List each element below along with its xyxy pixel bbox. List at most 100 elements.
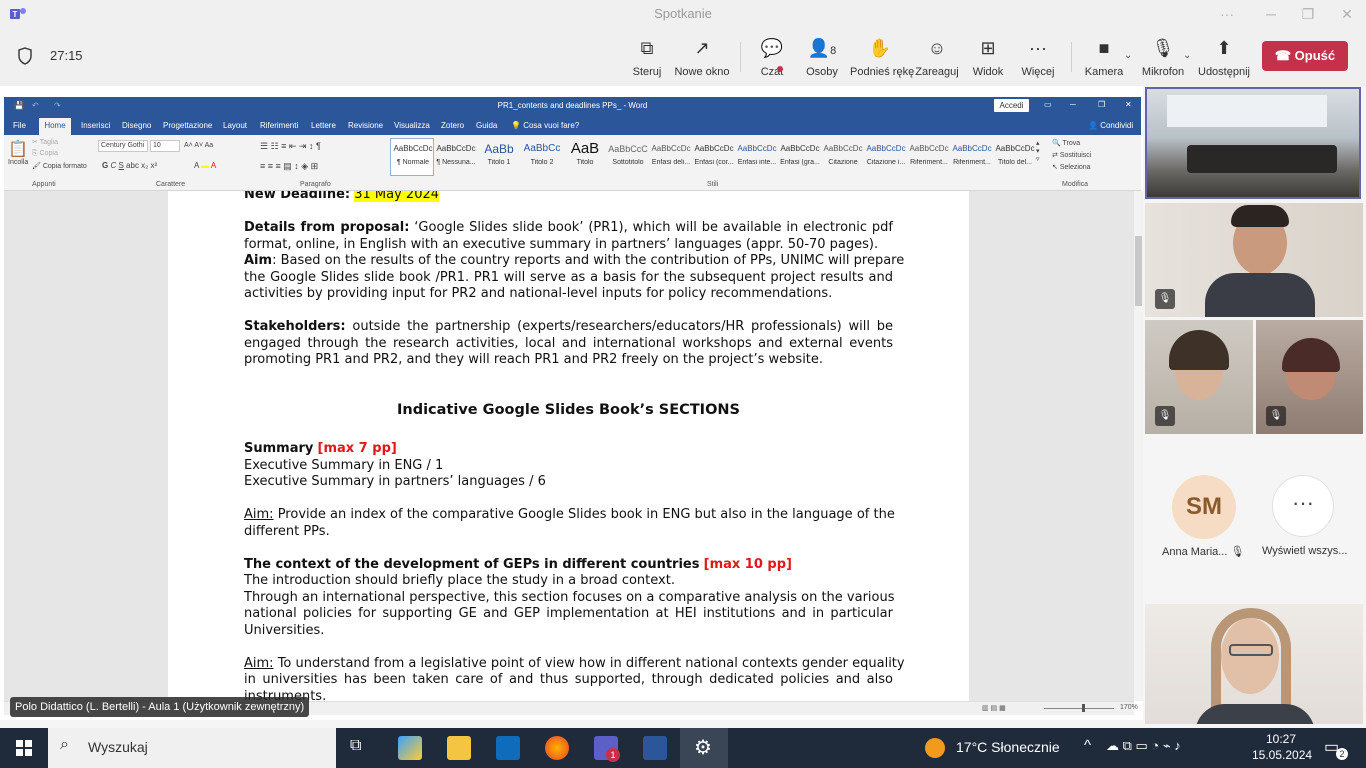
style-12[interactable]: AaBbCcDc Citazione i...: [865, 139, 907, 173]
settings-active-tab[interactable]: ⚙: [680, 728, 728, 768]
format-painter-button[interactable]: 🖌 Copia formato: [32, 162, 87, 170]
word-minimize-button[interactable]: ─: [1070, 100, 1076, 109]
taskbar-search-box[interactable]: ⌕ Wyszukaj: [48, 728, 336, 768]
tab-revisione[interactable]: Revisione: [348, 121, 383, 130]
font-size-box[interactable]: 10: [150, 140, 180, 152]
outlook-icon[interactable]: [496, 736, 520, 760]
scroll-thumb[interactable]: [1135, 236, 1142, 306]
raise-hand-button[interactable]: ✋ Podnieś rękę: [850, 36, 914, 78]
zoom-slider[interactable]: [1044, 708, 1114, 709]
zoom-slider-thumb[interactable]: [1082, 704, 1085, 712]
weather-text[interactable]: 17°C Słonecznie: [956, 739, 1060, 755]
signin-button[interactable]: Accedi: [994, 99, 1029, 112]
task-view-icon[interactable]: ⧉: [350, 737, 361, 755]
align-buttons[interactable]: ≡ ≡ ≡ ▤ ↕ ◈ ⊞: [260, 161, 318, 172]
copy-button[interactable]: ⎘ Copia: [32, 150, 58, 158]
tab-lettere[interactable]: Lettere: [311, 121, 336, 130]
share-doc-button[interactable]: 👤 Condividi: [1088, 121, 1133, 130]
file-explorer-icon[interactable]: [447, 736, 471, 760]
tab-file[interactable]: File: [13, 121, 26, 130]
clock-date[interactable]: 15.05.2024: [1252, 748, 1312, 762]
style-15[interactable]: AaBbCcDc Titolo del...: [994, 139, 1036, 173]
style-11[interactable]: AaBbCcDc Citazione: [822, 139, 864, 173]
tab-layout[interactable]: Layout: [223, 121, 247, 130]
steruj-button[interactable]: ⧉ Steruj: [617, 36, 677, 78]
view-mode-icons[interactable]: ▥ ▤ ▦: [982, 704, 1006, 712]
word-icon[interactable]: [643, 736, 667, 760]
chevron-up-icon[interactable]: ^: [1084, 737, 1091, 754]
tab-visualizza[interactable]: Visualizza: [394, 121, 430, 130]
style-7[interactable]: AaBbCcDc Enfasi deli...: [650, 139, 692, 173]
tab-guida[interactable]: Guida: [476, 121, 497, 130]
tab-home[interactable]: Home: [39, 118, 71, 135]
context-aim-line-1: Aim: To understand from a legislative po…: [244, 655, 905, 671]
style-2[interactable]: AaBbCcDc ¶ Nessuna...: [435, 139, 477, 173]
font-format-buttons[interactable]: G C S abc x₂ x²: [102, 161, 157, 170]
avatar[interactable]: SM: [1172, 475, 1236, 539]
document-page[interactable]: New Deadline: 31 May 2024 Details from p…: [168, 191, 969, 701]
show-all-participants-button[interactable]: ···: [1272, 475, 1334, 537]
more-options-icon[interactable]: ···: [1212, 4, 1242, 24]
shield-icon: [18, 47, 32, 65]
clock-time[interactable]: 10:27: [1266, 732, 1296, 746]
word-maximize-button[interactable]: ❐: [1098, 100, 1105, 109]
minimize-button[interactable]: ─: [1256, 4, 1286, 24]
find-button[interactable]: 🔍 Trova: [1052, 139, 1080, 147]
pop-out-button[interactable]: ↗ Nowe okno: [672, 36, 732, 78]
tab-riferimenti[interactable]: Riferimenti: [260, 121, 298, 130]
style-10[interactable]: AaBbCcDc Enfasi (gra...: [779, 139, 821, 173]
maximize-button[interactable]: ❐: [1293, 4, 1323, 24]
context-line-1: The introduction should briefly place th…: [244, 573, 675, 588]
style-1[interactable]: AaBbCcDc ¶ Normale: [392, 139, 434, 173]
word-titlebar: 💾 ↶ ↷ PR1_contents and deadlines PPs_ - …: [4, 97, 1141, 115]
close-button[interactable]: ✕: [1332, 4, 1362, 24]
tray-icons[interactable]: ☁ ⧉ ▭ ◔ ⌁ ♪: [1106, 738, 1181, 754]
windows-start-icon[interactable]: [16, 740, 32, 756]
presenter-name-tag: Polo Didattico (L. Bertelli) - Aula 1 (U…: [10, 697, 310, 717]
style-8[interactable]: AaBbCcDc Enfasi (cor...: [693, 139, 735, 173]
style-13[interactable]: AaBbCcDc Riferiment...: [908, 139, 950, 173]
tab-zotero[interactable]: Zotero: [441, 121, 464, 130]
leave-button[interactable]: ☎ Opuść: [1262, 41, 1348, 71]
video-tile-self[interactable]: [1145, 604, 1363, 724]
tell-me-box[interactable]: 💡 Cosa vuoi fare?: [511, 121, 579, 130]
participant-hair: [1231, 205, 1289, 227]
share-button[interactable]: ⬆ Udostępnij: [1194, 36, 1254, 78]
font-name-box[interactable]: Century Gothi: [98, 140, 148, 152]
video-tile-participant-4[interactable]: 🎙: [1256, 320, 1363, 434]
styles-scroll-icon[interactable]: ▴ ▾ ▿: [1036, 139, 1040, 163]
participant-shirt: [1205, 273, 1315, 317]
tab-progettazione[interactable]: Progettazione: [163, 121, 212, 130]
more-button[interactable]: ··· Więcej: [1008, 36, 1068, 78]
font-color-icon[interactable]: A ▬ A: [194, 161, 216, 170]
camera-chevron-icon[interactable]: ⌄: [1124, 50, 1132, 61]
tab-disegno[interactable]: Disegno: [122, 121, 151, 130]
style-preview: AaBbCcDc: [866, 144, 906, 153]
style-3[interactable]: AaBb Titolo 1: [478, 139, 520, 173]
ribbon-display-icon[interactable]: ▭: [1044, 100, 1052, 109]
people-button[interactable]: 👤8 Osoby: [792, 36, 852, 78]
word-vertical-scrollbar[interactable]: [1134, 191, 1143, 701]
style-4[interactable]: AaBbCc Titolo 2: [521, 139, 563, 173]
tab-inserisci[interactable]: Inserisci: [81, 121, 110, 130]
list-buttons[interactable]: ☰ ☷ ≡ ⇤ ⇥ ↕ ¶: [260, 141, 321, 152]
word-close-button[interactable]: ✕: [1125, 100, 1132, 109]
grow-font-icon[interactable]: A˄ A˅ Aa: [184, 142, 213, 149]
video-tile-participant-2[interactable]: 🎙: [1145, 203, 1363, 317]
style-5[interactable]: AaB Titolo: [564, 139, 606, 173]
style-14[interactable]: AaBbCcDc Riferiment...: [951, 139, 993, 173]
cut-button[interactable]: ✂ Taglia: [32, 138, 58, 146]
video-tile-participant-3[interactable]: 🎙: [1145, 320, 1253, 434]
style-9[interactable]: AaBbCcDc Enfasi inte...: [736, 139, 778, 173]
style-6[interactable]: AaBbCcC Sottotitolo: [607, 139, 649, 173]
firefox-icon[interactable]: [545, 736, 569, 760]
store-icon[interactable]: [398, 736, 422, 760]
summary-aim-line-1: Aim: Provide an index of the comparative…: [244, 507, 895, 522]
select-button[interactable]: ↖ Seleziona: [1052, 163, 1091, 171]
context-line-2: Through an international perspective, th…: [244, 589, 895, 605]
mic-chevron-icon[interactable]: ⌄: [1183, 50, 1191, 61]
video-tile-classroom[interactable]: [1145, 87, 1361, 199]
paste-button[interactable]: 📋 Incolla: [8, 139, 28, 169]
replace-button[interactable]: ⇄ Sostituisci: [1052, 151, 1091, 159]
zoom-level[interactable]: 170%: [1120, 704, 1138, 711]
